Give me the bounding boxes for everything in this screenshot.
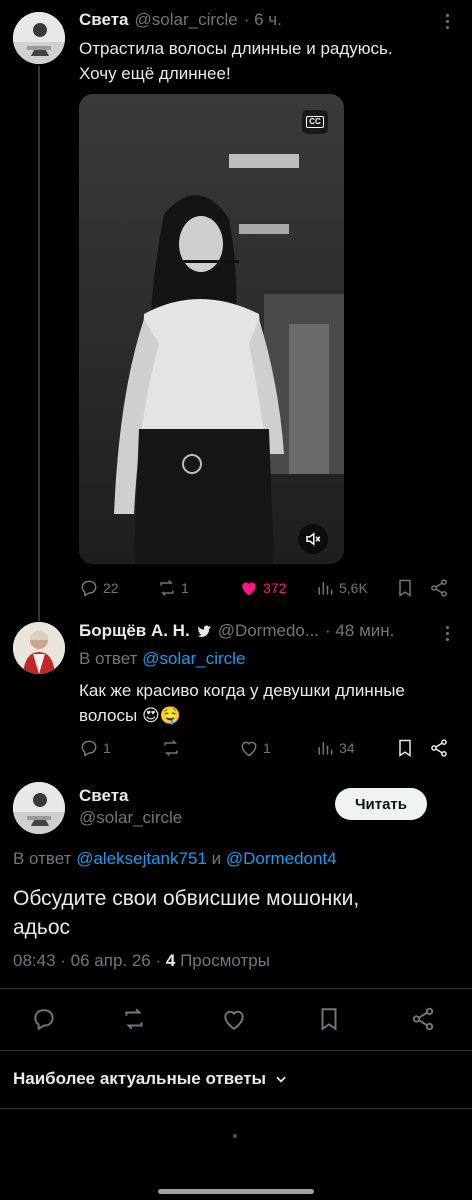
more-options-icon[interactable] — [444, 14, 450, 29]
home-gesture-bar[interactable] — [158, 1189, 314, 1194]
cc-icon: CC — [306, 116, 324, 128]
tweet-text-line: Отрастила волосы длинные и радуюсь. — [79, 39, 393, 58]
reply-button[interactable]: 1 — [79, 738, 111, 758]
share-button[interactable] — [429, 578, 449, 598]
reply-to-link[interactable]: @solar_circle — [142, 649, 245, 668]
reply-button[interactable]: 22 — [79, 578, 119, 598]
heart-icon — [241, 741, 257, 757]
author-name[interactable]: Света — [79, 786, 129, 806]
reply-prefix: В ответ — [79, 649, 138, 668]
bookmark-button[interactable] — [395, 578, 415, 598]
share-icon[interactable] — [410, 1006, 436, 1032]
author-name[interactable]: Борщёв А. Н. — [79, 621, 190, 641]
retweet-icon — [164, 739, 178, 757]
tweet-time: · 6 ч. — [243, 10, 282, 29]
like-count: 1 — [263, 740, 271, 756]
tweet-text-line: адьос — [13, 916, 71, 939]
views-icon — [318, 582, 333, 595]
retweet-icon — [160, 579, 174, 597]
main-tweet-actions — [0, 1004, 472, 1034]
loading-indicator — [233, 1134, 237, 1138]
tweet-text: Обсудите свои обвисшие мошонки, адьос — [13, 884, 359, 942]
share-icon — [431, 579, 447, 597]
tweet-text-line: волосы — [79, 706, 138, 725]
author-handle[interactable]: @solar_circle — [135, 10, 238, 30]
video-frame-image — [79, 94, 344, 564]
speaker-muted-icon — [306, 532, 321, 546]
replies-sort-label: Наиболее актуальные ответы — [13, 1069, 267, 1088]
thread-connector — [38, 66, 40, 621]
tweet-text: Отрастила волосы длинные и радуюсь. Хочу… — [79, 36, 393, 86]
tweet-text-line: Хочу ещё длиннее! — [79, 64, 231, 83]
emoji: 😍🤤 — [141, 706, 181, 725]
reply-context: В ответ @aleksejtank751 и @Dormedont4 — [13, 849, 337, 869]
reply-icon[interactable] — [31, 1006, 57, 1032]
tweet-video[interactable]: CC — [79, 94, 344, 564]
like-button[interactable]: 372 — [239, 578, 286, 598]
tweet-text: Как же красиво когда у девушки длинные в… — [79, 678, 405, 728]
tweet-actions: 22 1 372 5,6K — [79, 578, 449, 600]
retweet-icon[interactable] — [121, 1006, 147, 1032]
tweet-text-line: Как же красиво когда у девушки длинные — [79, 681, 405, 700]
chevron-down-icon — [276, 1076, 286, 1083]
tweet-text-line: Обсудите свои обвисшие мошонки, — [13, 887, 360, 910]
avatar[interactable] — [13, 622, 65, 674]
author-handle[interactable]: @Dormedo... — [218, 621, 319, 641]
reply-and: и — [211, 849, 222, 868]
retweet-button[interactable] — [161, 738, 185, 758]
twitter-bird-icon — [197, 625, 211, 638]
retweet-count: 1 — [181, 580, 189, 596]
reply-to-link[interactable]: @aleksejtank751 — [76, 849, 207, 868]
tweet-header: Борщёв А. Н. @Dormedo... · 48 мин. — [79, 621, 394, 641]
views-count: 34 — [339, 740, 355, 756]
heart-filled-icon — [242, 582, 256, 596]
divider — [0, 1108, 472, 1109]
author-handle[interactable]: @solar_circle — [79, 808, 182, 828]
retweet-button[interactable]: 1 — [157, 578, 189, 598]
cc-button[interactable]: CC — [302, 110, 328, 134]
avatar[interactable] — [13, 12, 65, 64]
views-label: Просмотры — [180, 951, 270, 970]
reply-count: 1 — [103, 740, 111, 756]
tweet-meta: 08:43 · 06 апр. 26 · 4 Просмотры — [13, 951, 270, 971]
share-icon — [431, 739, 447, 757]
views-count: 4 — [165, 951, 176, 970]
views-icon — [318, 742, 333, 755]
like-button[interactable]: 1 — [239, 738, 271, 758]
views-button[interactable]: 34 — [315, 738, 355, 758]
tweet-timestamp[interactable]: 08:43 · 06 апр. 26 · — [13, 951, 161, 970]
bookmark-button[interactable] — [395, 738, 415, 758]
like-count: 372 — [263, 580, 287, 596]
avatar[interactable] — [13, 782, 65, 834]
divider — [0, 988, 472, 989]
tweet-header: Света @solar_circle · 6 ч. — [79, 10, 282, 30]
mute-button[interactable] — [298, 524, 328, 554]
reply-context: В ответ @solar_circle — [79, 649, 245, 669]
bookmark-icon[interactable] — [316, 1006, 342, 1032]
tweet-time: · 48 мин. — [325, 621, 395, 640]
share-button[interactable] — [429, 738, 449, 758]
reply-count: 22 — [103, 580, 119, 596]
divider — [0, 1050, 472, 1051]
reply-prefix: В ответ — [13, 849, 72, 868]
views-button[interactable]: 5,6K — [315, 578, 368, 598]
author-name[interactable]: Света — [79, 10, 129, 30]
views-count: 5,6K — [339, 580, 368, 596]
more-options-icon[interactable] — [444, 626, 450, 641]
follow-button[interactable]: Читать — [335, 788, 427, 820]
replies-sort-dropdown[interactable]: Наиболее актуальные ответы — [13, 1069, 288, 1089]
bookmark-icon — [399, 579, 411, 597]
bookmark-icon — [399, 739, 411, 757]
reply-icon — [81, 580, 97, 597]
reply-to-link[interactable]: @Dormedont4 — [226, 849, 337, 868]
reply-icon — [81, 740, 97, 757]
tweet-actions: 1 1 34 — [79, 738, 449, 760]
heart-icon[interactable] — [221, 1006, 247, 1032]
